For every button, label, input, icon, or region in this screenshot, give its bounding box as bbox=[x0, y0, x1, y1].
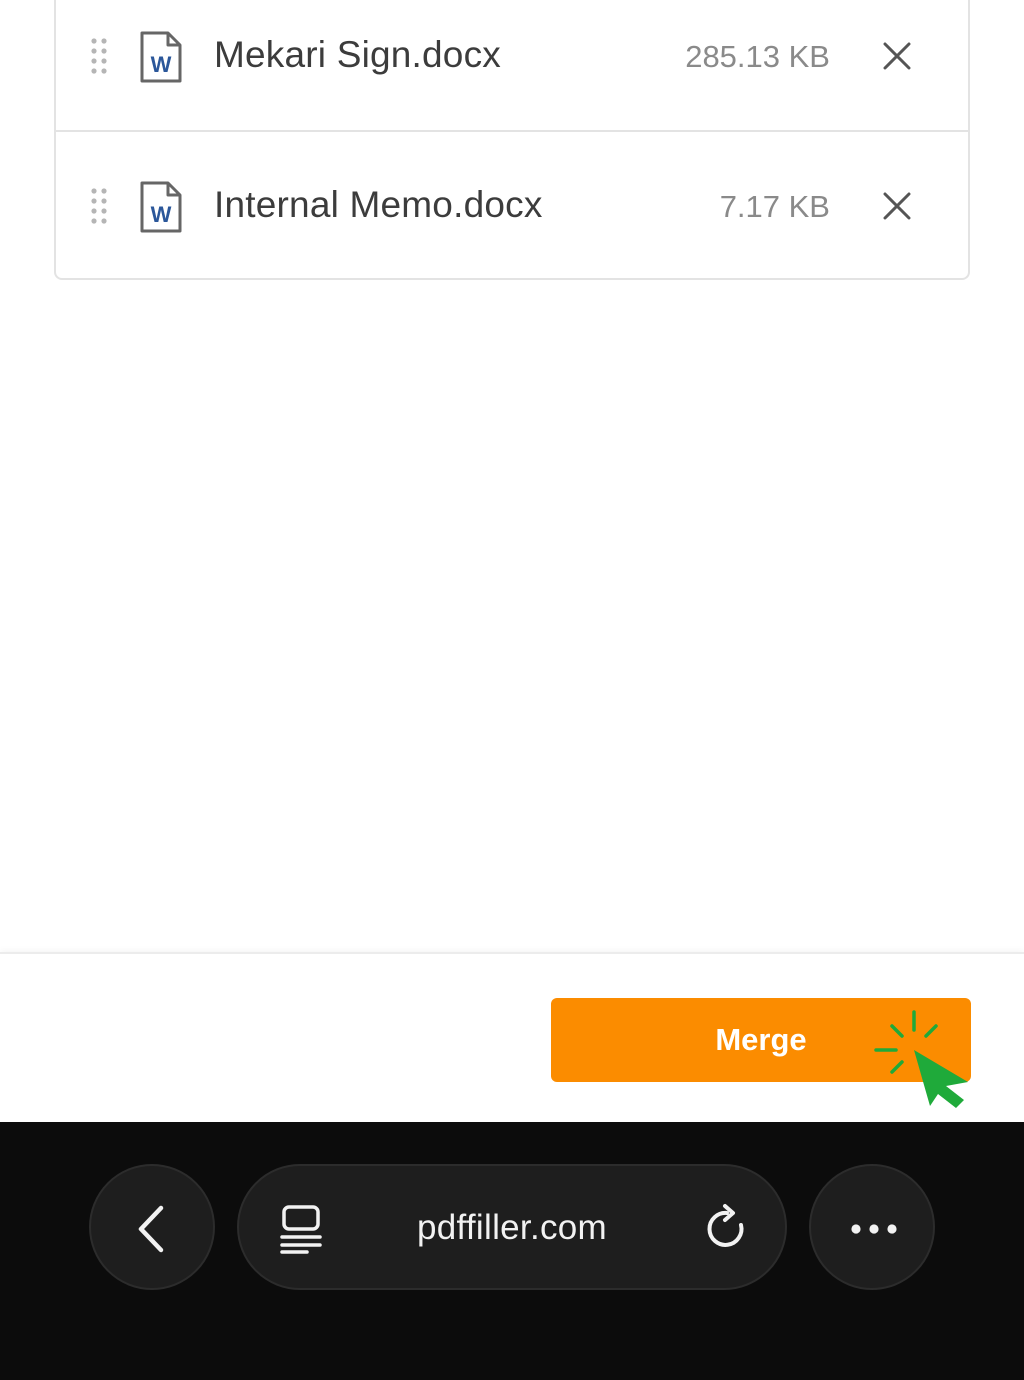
file-size: 285.13 KB bbox=[685, 39, 830, 74]
remove-file-button[interactable] bbox=[880, 189, 914, 223]
remove-file-button[interactable] bbox=[880, 39, 914, 73]
browser-toolbar: pdffiller.com bbox=[0, 1122, 1024, 1380]
more-options-button[interactable] bbox=[809, 1164, 935, 1290]
file-size: 7.17 KB bbox=[719, 189, 830, 224]
chevron-left-icon bbox=[138, 1205, 164, 1253]
address-bar[interactable]: pdffiller.com bbox=[237, 1164, 787, 1290]
word-doc-icon: W bbox=[140, 31, 182, 83]
action-footer: Merge bbox=[0, 952, 1024, 1122]
file-name: Internal Memo.docx bbox=[214, 184, 543, 225]
svg-text:W: W bbox=[151, 52, 172, 77]
svg-text:W: W bbox=[151, 202, 172, 227]
file-name: Mekari Sign.docx bbox=[214, 34, 501, 75]
drag-handle-icon[interactable] bbox=[90, 37, 108, 75]
file-list: W Mekari Sign.docx 285.13 KB W Internal … bbox=[54, 0, 970, 280]
file-row: W Mekari Sign.docx 285.13 KB bbox=[56, 0, 968, 140]
file-row: W Internal Memo.docx 7.17 KB bbox=[56, 130, 968, 280]
more-dots-icon bbox=[851, 1224, 897, 1234]
page: W Mekari Sign.docx 285.13 KB W Internal … bbox=[0, 0, 1024, 1380]
word-doc-icon: W bbox=[140, 181, 182, 233]
reload-icon[interactable] bbox=[703, 1203, 751, 1253]
back-button[interactable] bbox=[89, 1164, 215, 1290]
drag-handle-icon[interactable] bbox=[90, 187, 108, 225]
merge-button[interactable]: Merge bbox=[551, 998, 971, 1082]
